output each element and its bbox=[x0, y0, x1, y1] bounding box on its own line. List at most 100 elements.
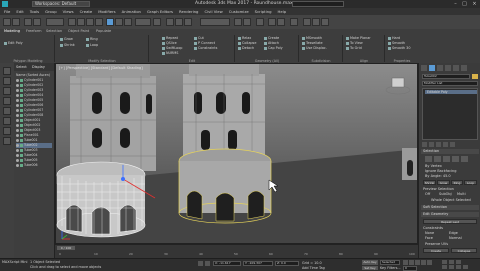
select-by-name-button[interactable] bbox=[77, 18, 85, 26]
display-tab-icon[interactable] bbox=[453, 65, 459, 71]
ribbon-tab[interactable]: Object Paint bbox=[68, 29, 89, 33]
smooth-button[interactable]: Smooth bbox=[388, 41, 405, 45]
edit-geometry-rollout-header[interactable]: Edit Geometry bbox=[421, 212, 479, 217]
edge-mode-icon[interactable] bbox=[434, 156, 441, 162]
smooth30-button[interactable]: Smooth 30 bbox=[388, 46, 410, 50]
visibility-eye-icon[interactable] bbox=[16, 113, 19, 117]
rendered-frame-button[interactable] bbox=[312, 18, 320, 26]
select-rotate-button[interactable] bbox=[115, 18, 123, 26]
collapse-button[interactable]: Collapse bbox=[238, 41, 256, 45]
motion-tab-icon[interactable] bbox=[445, 65, 451, 71]
ring-button[interactable]: Ring bbox=[451, 180, 463, 185]
layer-explorer-button[interactable] bbox=[256, 18, 264, 26]
add-time-tag[interactable]: Add Time Tag bbox=[302, 266, 325, 270]
loop-button[interactable]: Loop bbox=[464, 180, 477, 185]
maximize-viewport-icon[interactable] bbox=[463, 265, 468, 269]
object-name-field[interactable]: Tube002 bbox=[422, 74, 470, 79]
app-logo-icon[interactable] bbox=[2, 1, 8, 7]
edit-poly-item[interactable]: Edit Poly bbox=[4, 41, 23, 45]
render-setup-button[interactable] bbox=[303, 18, 311, 26]
zoom-all-icon[interactable] bbox=[449, 260, 454, 264]
menu-item[interactable]: Graph Editors bbox=[147, 8, 173, 15]
go-to-end-icon[interactable] bbox=[427, 260, 432, 265]
visibility-eye-icon[interactable] bbox=[16, 153, 19, 157]
menu-item[interactable]: Tools bbox=[30, 8, 39, 15]
to-view-button[interactable]: To View bbox=[346, 41, 363, 45]
selection-rollout-header[interactable]: Selection bbox=[421, 149, 479, 154]
collapse-geom-button[interactable]: Collapse bbox=[451, 248, 477, 253]
msmooth-button[interactable]: MSmooth bbox=[302, 36, 322, 40]
field-of-view-icon[interactable] bbox=[442, 265, 447, 269]
menu-item[interactable]: Edit bbox=[16, 8, 23, 15]
visibility-eye-icon[interactable] bbox=[16, 138, 19, 142]
zoom-extents-icon[interactable] bbox=[456, 260, 461, 264]
repeat-button[interactable]: Repeat bbox=[162, 36, 178, 40]
to-grid-button[interactable]: To Grid bbox=[346, 46, 362, 50]
ignore-backfacing-checkbox[interactable]: Ignore Backfacing bbox=[425, 169, 456, 173]
modify-tab-icon[interactable] bbox=[429, 65, 435, 71]
menu-item[interactable]: Help bbox=[278, 8, 287, 15]
mirror-button[interactable] bbox=[234, 18, 242, 26]
make-planar-button[interactable]: Make Planar bbox=[346, 36, 371, 40]
menu-item[interactable]: Scripting bbox=[255, 8, 272, 15]
menu-item[interactable]: Rendering bbox=[179, 8, 198, 15]
menu-item[interactable]: Civil View bbox=[204, 8, 222, 15]
render-button[interactable] bbox=[321, 18, 329, 26]
grow-button[interactable]: Grow bbox=[60, 37, 73, 41]
preserve-uvs-checkbox[interactable]: Preserve UVs bbox=[425, 242, 448, 246]
preview-multi-radio[interactable]: Multi bbox=[457, 192, 466, 196]
by-vertex-checkbox[interactable]: By Vertex bbox=[425, 164, 442, 168]
ribbon-tab[interactable]: Modeling bbox=[4, 29, 20, 33]
rect-selection-button[interactable] bbox=[86, 18, 94, 26]
visibility-eye-icon[interactable] bbox=[16, 83, 19, 87]
reference-coord-dropdown[interactable] bbox=[135, 18, 151, 26]
lock-selection-icon[interactable] bbox=[205, 261, 210, 266]
visibility-eye-icon[interactable] bbox=[16, 143, 19, 147]
minimize-button[interactable]: – bbox=[451, 0, 460, 8]
use-displace-button[interactable]: Use Displac. bbox=[302, 46, 327, 50]
isolate-icon[interactable] bbox=[198, 261, 203, 266]
layer-icon[interactable] bbox=[3, 77, 11, 85]
menu-item[interactable]: Modifiers bbox=[98, 8, 115, 15]
pin-stack-icon[interactable] bbox=[422, 142, 427, 147]
soft-selection-rollout-header[interactable]: Soft Selection bbox=[421, 205, 479, 210]
go-to-start-icon[interactable] bbox=[403, 260, 408, 265]
hierarchy-tab-icon[interactable] bbox=[437, 65, 443, 71]
filter-icon[interactable] bbox=[3, 87, 11, 95]
maxscript-listener[interactable]: MAXScript Mini bbox=[2, 260, 27, 264]
grow-button[interactable]: Grow bbox=[437, 180, 450, 185]
polygon-mode-icon[interactable] bbox=[452, 156, 459, 162]
create-panel-icon[interactable] bbox=[3, 67, 11, 75]
geometry-icon[interactable] bbox=[3, 97, 11, 105]
cap-poly-button[interactable]: Cap Poly bbox=[264, 46, 283, 50]
attach-button[interactable]: Attach bbox=[264, 41, 279, 45]
close-button[interactable]: × bbox=[470, 0, 479, 8]
y-coordinate[interactable]: Y: -109.307 bbox=[243, 261, 273, 266]
orbit-icon[interactable] bbox=[456, 265, 461, 269]
constraint-face-radio[interactable]: Face bbox=[425, 236, 433, 240]
lights-icon[interactable] bbox=[3, 117, 11, 125]
visibility-eye-icon[interactable] bbox=[16, 163, 19, 167]
create-button[interactable]: Create bbox=[264, 36, 279, 40]
tessellate-button[interactable]: Tessellate bbox=[302, 41, 323, 45]
visibility-eye-icon[interactable] bbox=[16, 108, 19, 112]
detach-button[interactable]: Detach bbox=[238, 46, 254, 50]
time-slider[interactable]: 0 / 100 0 10 20 30 40 50 60 70 80 90 100 bbox=[55, 244, 418, 259]
preview-off-radio[interactable]: Off bbox=[425, 192, 430, 196]
workspace-dropdown[interactable]: Workspaces: Default bbox=[32, 1, 90, 7]
ribbon-tab[interactable]: Selection bbox=[46, 29, 62, 33]
percent-snap-button[interactable] bbox=[184, 18, 192, 26]
configure-sets-icon[interactable] bbox=[450, 142, 455, 147]
current-frame-field[interactable]: 0 bbox=[403, 266, 417, 271]
x-coordinate[interactable]: X: -11.617 bbox=[213, 261, 241, 266]
constraint-edge-radio[interactable]: Edge bbox=[449, 231, 458, 235]
qslice-button[interactable]: QSlice bbox=[162, 41, 177, 45]
zoom-icon[interactable] bbox=[442, 260, 447, 264]
vertex-mode-icon[interactable] bbox=[425, 156, 432, 162]
viewport-label[interactable]: [+] [Perspective] [Standard] [Default Sh… bbox=[59, 66, 143, 70]
next-frame-icon[interactable] bbox=[421, 260, 426, 265]
pivot-center-button[interactable] bbox=[153, 18, 161, 26]
select-scale-button[interactable] bbox=[124, 18, 132, 26]
schematic-view-button[interactable] bbox=[277, 18, 285, 26]
by-angle-checkbox[interactable]: By Angle: 45.0 bbox=[425, 174, 451, 178]
